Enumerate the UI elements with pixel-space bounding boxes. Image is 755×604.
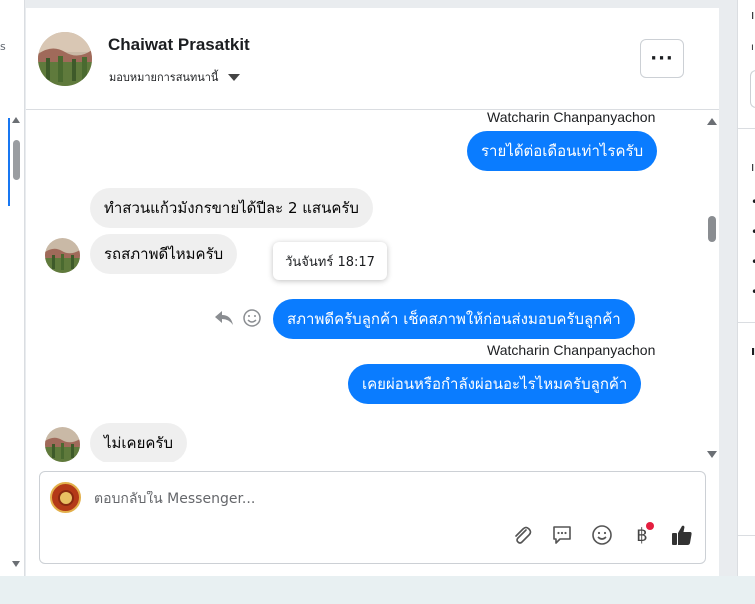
sender-label: Watcharin Chanpanyachon bbox=[487, 110, 656, 125]
thumbs-up-icon[interactable] bbox=[669, 522, 695, 548]
baht-payment-icon[interactable]: ฿ bbox=[629, 522, 655, 548]
reply-icon[interactable] bbox=[214, 309, 234, 331]
reply-input[interactable] bbox=[94, 491, 654, 507]
contact-avatar[interactable] bbox=[38, 32, 92, 86]
right-panel-fragment: ı bbox=[751, 42, 754, 53]
divider bbox=[738, 535, 755, 536]
more-options-button[interactable]: ··· bbox=[640, 39, 684, 78]
incoming-message[interactable]: ทำสวนแก้วมังกรขายได้ปีละ 2 แสนครับ bbox=[90, 188, 373, 228]
left-scroll-down-arrow[interactable] bbox=[12, 561, 20, 567]
right-panel-fragment: ı bbox=[751, 344, 755, 358]
composer-toolbar: ฿ bbox=[509, 522, 695, 548]
saved-reply-icon[interactable] bbox=[549, 522, 575, 548]
right-panel-input-fragment[interactable] bbox=[750, 70, 755, 108]
left-panel: s bbox=[0, 0, 25, 576]
assign-label: มอบหมายการสนทนานี้ bbox=[109, 71, 219, 84]
right-panel-fragment: • bbox=[751, 255, 755, 269]
contact-avatar-small bbox=[45, 238, 80, 273]
incoming-message[interactable]: ไม่เคยครับ bbox=[90, 423, 187, 462]
chat-panel: Chaiwat Prasatkit มอบหมายการสนทนานี้ ···… bbox=[26, 8, 719, 576]
react-icon[interactable] bbox=[242, 308, 262, 332]
assign-conversation-dropdown[interactable]: มอบหมายการสนทนานี้ bbox=[109, 68, 241, 86]
message-actions bbox=[214, 308, 262, 332]
divider bbox=[738, 128, 755, 129]
sender-label: Watcharin Chanpanyachon bbox=[487, 342, 656, 358]
outgoing-message[interactable]: เคยผ่อนหรือกำลังผ่อนอะไรไหมครับลูกค้า bbox=[348, 364, 642, 404]
composer: ฿ bbox=[39, 471, 706, 564]
right-panel-fragment: ı bbox=[751, 8, 755, 22]
chat-header: Chaiwat Prasatkit มอบหมายการสนทนานี้ ··· bbox=[26, 8, 719, 110]
outgoing-message[interactable]: สภาพดีครับลูกค้า เช็คสภาพให้ก่อนส่งมอบคร… bbox=[273, 299, 635, 339]
contact-avatar-small bbox=[45, 427, 80, 462]
right-panel-fragment: • bbox=[751, 285, 755, 299]
emoji-icon[interactable] bbox=[589, 522, 615, 548]
notification-dot bbox=[646, 522, 654, 530]
divider bbox=[738, 322, 755, 323]
right-panel-fragment: ı bbox=[751, 160, 755, 174]
chevron-down-icon bbox=[228, 73, 241, 81]
message-list: Watcharin Chanpanyachon รายได้ต่อเดือนเท… bbox=[26, 110, 719, 462]
more-dots-icon: ··· bbox=[650, 48, 674, 69]
page-avatar bbox=[50, 482, 81, 513]
attach-icon[interactable] bbox=[509, 522, 535, 548]
scrollbar-thumb[interactable] bbox=[708, 216, 716, 242]
scroll-down-arrow[interactable] bbox=[707, 451, 717, 458]
outgoing-message[interactable]: รายได้ต่อเดือนเท่าไรครับ bbox=[467, 131, 658, 171]
bottom-strip bbox=[0, 576, 755, 604]
incoming-message[interactable]: รถสภาพดีไหมครับ bbox=[90, 234, 238, 274]
message-scrollbar[interactable] bbox=[706, 118, 718, 462]
selected-conversation-indicator bbox=[8, 118, 10, 206]
contact-name[interactable]: Chaiwat Prasatkit bbox=[108, 35, 250, 55]
left-scroll-up-arrow[interactable] bbox=[12, 117, 20, 123]
right-panel: ı ı ı • • • • ı bbox=[737, 0, 755, 576]
scroll-up-arrow[interactable] bbox=[707, 118, 717, 125]
right-panel-fragment: • bbox=[751, 225, 755, 239]
left-scrollbar-thumb[interactable] bbox=[13, 140, 20, 180]
right-panel-fragment: • bbox=[751, 195, 755, 209]
timestamp-tooltip: วันจันทร์ 18:17 bbox=[273, 242, 387, 280]
left-panel-fragment: s bbox=[0, 40, 6, 53]
